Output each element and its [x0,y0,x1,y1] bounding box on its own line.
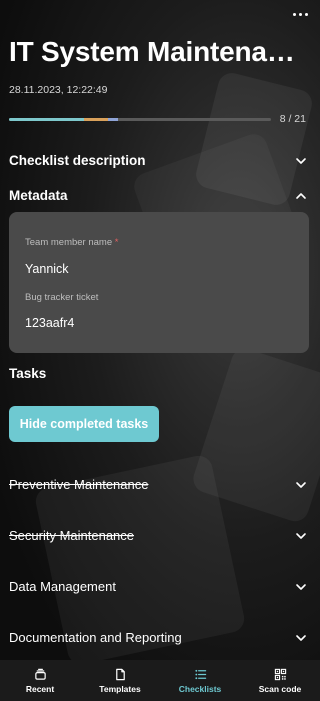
metadata-label: Metadata [9,188,68,203]
chevron-down-icon [295,632,307,644]
checklist-timestamp: 28.11.2023, 12:22:49 [9,84,108,96]
checklist-description-label: Checklist description [9,153,146,168]
task-group-label: Preventive Maintenance [9,477,149,492]
bottom-nav: Recent Templates Checklists Scan code [0,660,320,701]
team-member-label: Team member name * [25,237,119,248]
task-group-documentation-reporting[interactable]: Documentation and Reporting [9,630,307,645]
progress-count: 8 / 21 [279,113,306,125]
chevron-down-icon [295,581,307,593]
nav-templates-label: Templates [99,683,141,694]
task-group-security-maintenance[interactable]: Security Maintenance [9,528,307,543]
nav-recent[interactable]: Recent [0,660,80,701]
hide-completed-tasks-button[interactable]: Hide completed tasks [9,406,159,442]
chevron-down-icon [295,530,307,542]
checklist-description-header[interactable]: Checklist description [9,153,307,168]
task-group-label: Security Maintenance [9,528,135,543]
task-group-label: Documentation and Reporting [9,630,182,645]
templates-icon [115,668,125,680]
metadata-card: Team member name * Yannick Bug tracker t… [9,212,309,353]
nav-recent-label: Recent [25,683,55,694]
task-group-preventive-maintenance[interactable]: Preventive Maintenance [9,477,307,492]
task-group-label: Data Management [9,579,116,594]
nav-checklists-label: Checklists [178,683,222,694]
page-title: IT System Maintenance Checklist [9,36,311,67]
nav-templates[interactable]: Templates [80,660,160,701]
required-mark: * [114,237,119,248]
checklist-screen: IT System Maintenance Checklist 28.11.20… [0,0,320,701]
progress-bar [9,118,271,121]
chevron-down-icon [295,479,307,491]
nav-scan-code-label: Scan code [258,683,302,694]
checklists-icon [194,669,206,679]
metadata-header[interactable]: Metadata [9,188,307,203]
tasks-heading: Tasks [9,366,47,381]
team-member-field[interactable]: Yannick [25,262,69,276]
qr-code-icon [274,668,286,680]
bug-tracker-label: Bug tracker ticket [25,292,99,303]
bug-tracker-field[interactable]: 123aafr4 [25,316,74,330]
more-icon[interactable] [288,6,312,22]
nav-scan-code[interactable]: Scan code [240,660,320,701]
nav-checklists[interactable]: Checklists [160,660,240,701]
recent-icon [34,668,46,680]
chevron-down-icon [295,155,307,167]
chevron-up-icon [295,190,307,202]
task-group-data-management[interactable]: Data Management [9,579,307,594]
